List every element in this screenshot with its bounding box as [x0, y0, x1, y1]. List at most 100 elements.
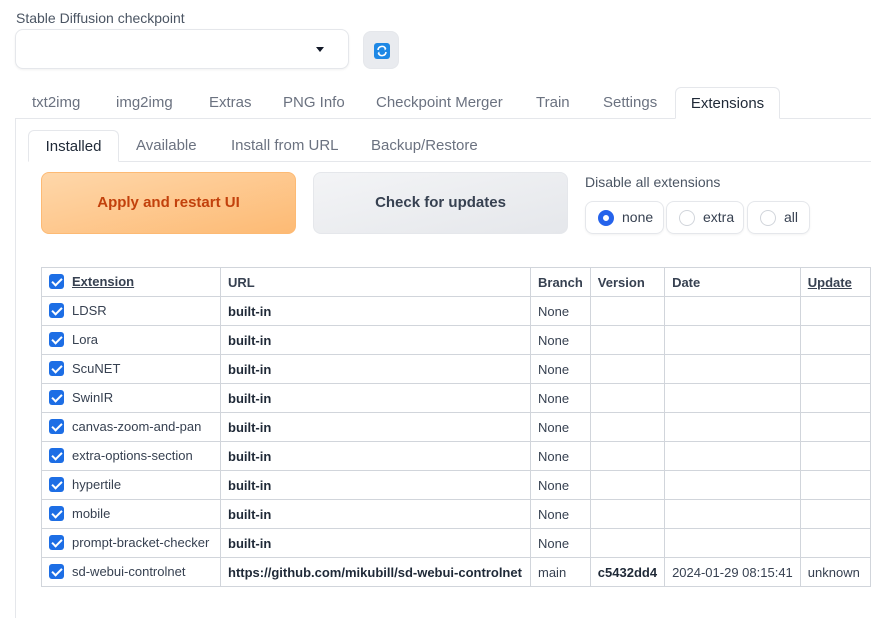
tab-installed[interactable]: Installed [28, 130, 119, 162]
cell-url-text: built-in [228, 535, 272, 551]
tab-settings[interactable]: Settings [603, 87, 657, 119]
cell-extension: extra-options-section [41, 441, 221, 471]
cell-date [664, 296, 801, 326]
radio-none[interactable]: none [585, 201, 664, 234]
cell-branch-text: None [538, 303, 570, 319]
cell-branch: main [530, 557, 591, 587]
disable-extensions-label: Disable all extensions [585, 174, 721, 190]
radio-none-label: none [622, 209, 654, 225]
table-row: hypertile built-in None [41, 470, 871, 500]
sub-tabs-divider [28, 161, 871, 162]
tab-train[interactable]: Train [536, 87, 570, 119]
enable-checkbox[interactable] [49, 506, 64, 522]
cell-url-text: built-in [228, 448, 272, 464]
enable-checkbox[interactable] [49, 332, 64, 348]
table-header-row: Extension URL Branch Version Date Update [41, 267, 871, 297]
apply-restart-button[interactable]: Apply and restart UI [41, 172, 296, 234]
cell-extension: mobile [41, 499, 221, 529]
chevron-down-icon [316, 47, 324, 52]
cell-url: built-in [220, 499, 531, 529]
cell-version [589, 296, 666, 326]
tab-png-info[interactable]: PNG Info [283, 87, 345, 119]
enable-checkbox[interactable] [49, 303, 64, 319]
table-row: Lora built-in None [41, 325, 871, 355]
tab-available[interactable]: Available [136, 130, 197, 162]
cell-url-text: https://github.com/mikubill/sd-webui-con… [228, 564, 522, 580]
checkpoint-select[interactable] [15, 29, 349, 69]
header-extension[interactable]: Extension [41, 267, 221, 297]
table-row: ScuNET built-in None [41, 354, 871, 384]
cell-version [589, 470, 666, 500]
cell-date [664, 499, 801, 529]
cell-branch: None [530, 499, 591, 529]
radio-all-label: all [784, 209, 799, 225]
enable-checkbox[interactable] [49, 564, 64, 580]
tab-backup-restore[interactable]: Backup/Restore [371, 130, 478, 162]
cell-branch: None [530, 354, 591, 384]
cell-url: built-in [220, 325, 531, 355]
enable-checkbox[interactable] [49, 448, 64, 464]
cell-update [799, 383, 871, 413]
cell-url: built-in [220, 470, 531, 500]
tab-txt2img[interactable]: txt2img [32, 87, 80, 119]
cell-extension-text: SwinIR [72, 389, 114, 405]
cell-extension-text: hypertile [72, 476, 122, 492]
cell-branch: None [530, 528, 591, 558]
extensions-table: Extension URL Branch Version Date Update… [41, 267, 871, 587]
cell-branch-text: None [538, 390, 570, 406]
cell-date: 2024-01-29 08:15:41 [664, 557, 801, 587]
tab-install-from-url[interactable]: Install from URL [231, 130, 339, 162]
cell-version [589, 325, 666, 355]
enable-checkbox[interactable] [49, 419, 64, 435]
cell-version: c5432dd4 [589, 557, 666, 587]
cell-update [799, 412, 871, 442]
cell-extension: SwinIR [41, 383, 221, 413]
cell-extension: LDSR [41, 296, 221, 326]
tab-extras[interactable]: Extras [209, 87, 252, 119]
refresh-icon [374, 43, 390, 59]
cell-branch: None [530, 325, 591, 355]
check-updates-button[interactable]: Check for updates [313, 172, 568, 234]
cell-extension-text: prompt-bracket-checker [72, 534, 210, 550]
tab-extensions[interactable]: Extensions [675, 87, 780, 119]
radio-extra[interactable]: extra [666, 201, 744, 234]
header-url: URL [220, 267, 531, 297]
cell-extension-text: LDSR [72, 302, 107, 318]
select-all-checkbox[interactable] [49, 274, 64, 290]
cell-update [799, 528, 871, 558]
table-row: canvas-zoom-and-pan built-in None [41, 412, 871, 442]
header-branch: Branch [530, 267, 591, 297]
cell-branch-text: None [538, 535, 570, 551]
cell-extension-text: sd-webui-controlnet [72, 563, 186, 579]
cell-version-text: c5432dd4 [597, 564, 658, 580]
refresh-checkpoint-button[interactable] [363, 31, 399, 69]
enable-checkbox[interactable] [49, 535, 64, 551]
cell-update [799, 296, 871, 326]
cell-branch-text: None [538, 332, 570, 348]
cell-version [589, 383, 666, 413]
header-version: Version [589, 267, 666, 297]
radio-all[interactable]: all [747, 201, 810, 234]
cell-version [589, 412, 666, 442]
cell-url: built-in [220, 528, 531, 558]
cell-extension-text: Lora [72, 331, 99, 347]
cell-url: built-in [220, 296, 531, 326]
header-update[interactable]: Update [799, 267, 871, 297]
cell-branch: None [530, 296, 591, 326]
enable-checkbox[interactable] [49, 477, 64, 493]
tab-checkpoint-merger[interactable]: Checkpoint Merger [376, 87, 503, 119]
cell-branch-text: None [538, 477, 570, 493]
tab-img2img[interactable]: img2img [116, 87, 173, 119]
table-row: SwinIR built-in None [41, 383, 871, 413]
cell-extension: canvas-zoom-and-pan [41, 412, 221, 442]
table-row: sd-webui-controlnet https://github.com/mi… [41, 557, 871, 587]
cell-update [799, 354, 871, 384]
cell-branch-text: None [538, 361, 570, 377]
cell-url-text: built-in [228, 390, 272, 406]
header-date: Date [664, 267, 801, 297]
cell-extension: sd-webui-controlnet [41, 557, 221, 587]
cell-extension: hypertile [41, 470, 221, 500]
cell-branch: None [530, 441, 591, 471]
enable-checkbox[interactable] [49, 390, 64, 406]
enable-checkbox[interactable] [49, 361, 64, 377]
